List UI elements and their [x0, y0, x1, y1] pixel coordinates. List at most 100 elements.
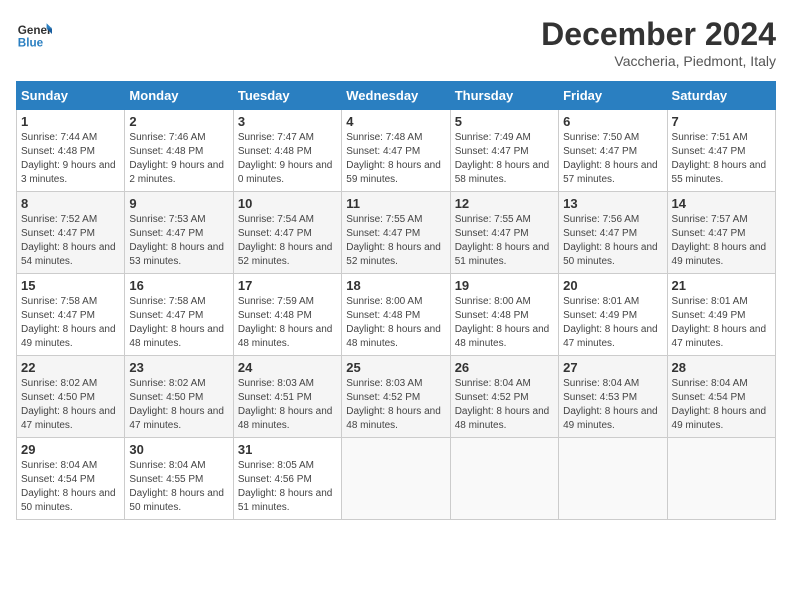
calendar-cell: 5 Sunrise: 7:49 AM Sunset: 4:47 PM Dayli… [450, 110, 558, 192]
calendar-cell: 29 Sunrise: 8:04 AM Sunset: 4:54 PM Dayl… [17, 438, 125, 520]
day-number: 31 [238, 442, 337, 457]
day-number: 2 [129, 114, 228, 129]
calendar-cell: 24 Sunrise: 8:03 AM Sunset: 4:51 PM Dayl… [233, 356, 341, 438]
day-info: Sunrise: 8:04 AM Sunset: 4:54 PM Dayligh… [21, 460, 116, 513]
calendar-cell: 6 Sunrise: 7:50 AM Sunset: 4:47 PM Dayli… [559, 110, 667, 192]
day-info: Sunrise: 7:44 AM Sunset: 4:48 PM Dayligh… [21, 132, 116, 185]
calendar-cell: 21 Sunrise: 8:01 AM Sunset: 4:49 PM Dayl… [667, 274, 775, 356]
calendar-cell: 17 Sunrise: 7:59 AM Sunset: 4:48 PM Dayl… [233, 274, 341, 356]
page-header: General Blue December 2024 Vaccheria, Pi… [16, 16, 776, 69]
day-info: Sunrise: 7:56 AM Sunset: 4:47 PM Dayligh… [563, 214, 658, 267]
day-header-tuesday: Tuesday [233, 82, 341, 110]
day-info: Sunrise: 7:48 AM Sunset: 4:47 PM Dayligh… [346, 132, 441, 185]
day-info: Sunrise: 8:02 AM Sunset: 4:50 PM Dayligh… [21, 378, 116, 431]
calendar-cell: 11 Sunrise: 7:55 AM Sunset: 4:47 PM Dayl… [342, 192, 450, 274]
calendar-cell: 25 Sunrise: 8:03 AM Sunset: 4:52 PM Dayl… [342, 356, 450, 438]
calendar-cell: 20 Sunrise: 8:01 AM Sunset: 4:49 PM Dayl… [559, 274, 667, 356]
day-number: 8 [21, 196, 120, 211]
day-info: Sunrise: 8:01 AM Sunset: 4:49 PM Dayligh… [672, 296, 767, 349]
day-number: 23 [129, 360, 228, 375]
day-number: 13 [563, 196, 662, 211]
day-header-monday: Monday [125, 82, 233, 110]
day-number: 1 [21, 114, 120, 129]
day-number: 3 [238, 114, 337, 129]
day-info: Sunrise: 8:04 AM Sunset: 4:53 PM Dayligh… [563, 378, 658, 431]
calendar-cell: 12 Sunrise: 7:55 AM Sunset: 4:47 PM Dayl… [450, 192, 558, 274]
calendar-cell: 27 Sunrise: 8:04 AM Sunset: 4:53 PM Dayl… [559, 356, 667, 438]
calendar-cell: 9 Sunrise: 7:53 AM Sunset: 4:47 PM Dayli… [125, 192, 233, 274]
day-number: 16 [129, 278, 228, 293]
day-number: 25 [346, 360, 445, 375]
day-info: Sunrise: 7:55 AM Sunset: 4:47 PM Dayligh… [455, 214, 550, 267]
location-title: Vaccheria, Piedmont, Italy [541, 53, 776, 69]
calendar-cell [667, 438, 775, 520]
day-info: Sunrise: 7:55 AM Sunset: 4:47 PM Dayligh… [346, 214, 441, 267]
day-header-wednesday: Wednesday [342, 82, 450, 110]
calendar-cell: 23 Sunrise: 8:02 AM Sunset: 4:50 PM Dayl… [125, 356, 233, 438]
logo-icon: General Blue [16, 16, 52, 52]
calendar-cell: 1 Sunrise: 7:44 AM Sunset: 4:48 PM Dayli… [17, 110, 125, 192]
day-header-sunday: Sunday [17, 82, 125, 110]
calendar-cell: 14 Sunrise: 7:57 AM Sunset: 4:47 PM Dayl… [667, 192, 775, 274]
day-number: 24 [238, 360, 337, 375]
day-info: Sunrise: 8:05 AM Sunset: 4:56 PM Dayligh… [238, 460, 333, 513]
day-number: 11 [346, 196, 445, 211]
calendar-cell: 26 Sunrise: 8:04 AM Sunset: 4:52 PM Dayl… [450, 356, 558, 438]
day-info: Sunrise: 7:52 AM Sunset: 4:47 PM Dayligh… [21, 214, 116, 267]
day-info: Sunrise: 7:47 AM Sunset: 4:48 PM Dayligh… [238, 132, 333, 185]
day-number: 6 [563, 114, 662, 129]
calendar-cell [559, 438, 667, 520]
calendar-table: SundayMondayTuesdayWednesdayThursdayFrid… [16, 81, 776, 520]
logo: General Blue [16, 16, 52, 52]
calendar-cell: 28 Sunrise: 8:04 AM Sunset: 4:54 PM Dayl… [667, 356, 775, 438]
calendar-cell [342, 438, 450, 520]
day-header-thursday: Thursday [450, 82, 558, 110]
calendar-cell: 8 Sunrise: 7:52 AM Sunset: 4:47 PM Dayli… [17, 192, 125, 274]
day-info: Sunrise: 7:50 AM Sunset: 4:47 PM Dayligh… [563, 132, 658, 185]
day-info: Sunrise: 8:04 AM Sunset: 4:52 PM Dayligh… [455, 378, 550, 431]
calendar-cell: 30 Sunrise: 8:04 AM Sunset: 4:55 PM Dayl… [125, 438, 233, 520]
day-number: 27 [563, 360, 662, 375]
day-number: 15 [21, 278, 120, 293]
day-info: Sunrise: 7:46 AM Sunset: 4:48 PM Dayligh… [129, 132, 224, 185]
day-number: 21 [672, 278, 771, 293]
day-info: Sunrise: 7:58 AM Sunset: 4:47 PM Dayligh… [129, 296, 224, 349]
day-number: 19 [455, 278, 554, 293]
day-number: 17 [238, 278, 337, 293]
day-number: 26 [455, 360, 554, 375]
day-number: 9 [129, 196, 228, 211]
day-info: Sunrise: 7:58 AM Sunset: 4:47 PM Dayligh… [21, 296, 116, 349]
day-header-saturday: Saturday [667, 82, 775, 110]
day-number: 7 [672, 114, 771, 129]
calendar-cell: 4 Sunrise: 7:48 AM Sunset: 4:47 PM Dayli… [342, 110, 450, 192]
calendar-cell: 18 Sunrise: 8:00 AM Sunset: 4:48 PM Dayl… [342, 274, 450, 356]
day-info: Sunrise: 8:04 AM Sunset: 4:54 PM Dayligh… [672, 378, 767, 431]
calendar-cell: 7 Sunrise: 7:51 AM Sunset: 4:47 PM Dayli… [667, 110, 775, 192]
calendar-cell: 3 Sunrise: 7:47 AM Sunset: 4:48 PM Dayli… [233, 110, 341, 192]
day-info: Sunrise: 8:00 AM Sunset: 4:48 PM Dayligh… [455, 296, 550, 349]
day-number: 14 [672, 196, 771, 211]
day-info: Sunrise: 7:57 AM Sunset: 4:47 PM Dayligh… [672, 214, 767, 267]
day-number: 5 [455, 114, 554, 129]
day-number: 10 [238, 196, 337, 211]
day-number: 18 [346, 278, 445, 293]
day-header-friday: Friday [559, 82, 667, 110]
day-info: Sunrise: 8:02 AM Sunset: 4:50 PM Dayligh… [129, 378, 224, 431]
day-info: Sunrise: 8:03 AM Sunset: 4:51 PM Dayligh… [238, 378, 333, 431]
day-number: 29 [21, 442, 120, 457]
calendar-cell: 19 Sunrise: 8:00 AM Sunset: 4:48 PM Dayl… [450, 274, 558, 356]
day-info: Sunrise: 8:00 AM Sunset: 4:48 PM Dayligh… [346, 296, 441, 349]
calendar-cell: 16 Sunrise: 7:58 AM Sunset: 4:47 PM Dayl… [125, 274, 233, 356]
calendar-cell: 13 Sunrise: 7:56 AM Sunset: 4:47 PM Dayl… [559, 192, 667, 274]
svg-text:Blue: Blue [18, 37, 44, 50]
day-info: Sunrise: 8:03 AM Sunset: 4:52 PM Dayligh… [346, 378, 441, 431]
day-info: Sunrise: 7:53 AM Sunset: 4:47 PM Dayligh… [129, 214, 224, 267]
day-info: Sunrise: 8:04 AM Sunset: 4:55 PM Dayligh… [129, 460, 224, 513]
calendar-cell: 15 Sunrise: 7:58 AM Sunset: 4:47 PM Dayl… [17, 274, 125, 356]
day-number: 20 [563, 278, 662, 293]
day-number: 12 [455, 196, 554, 211]
day-number: 28 [672, 360, 771, 375]
month-title: December 2024 [541, 16, 776, 53]
calendar-cell: 22 Sunrise: 8:02 AM Sunset: 4:50 PM Dayl… [17, 356, 125, 438]
calendar-cell [450, 438, 558, 520]
